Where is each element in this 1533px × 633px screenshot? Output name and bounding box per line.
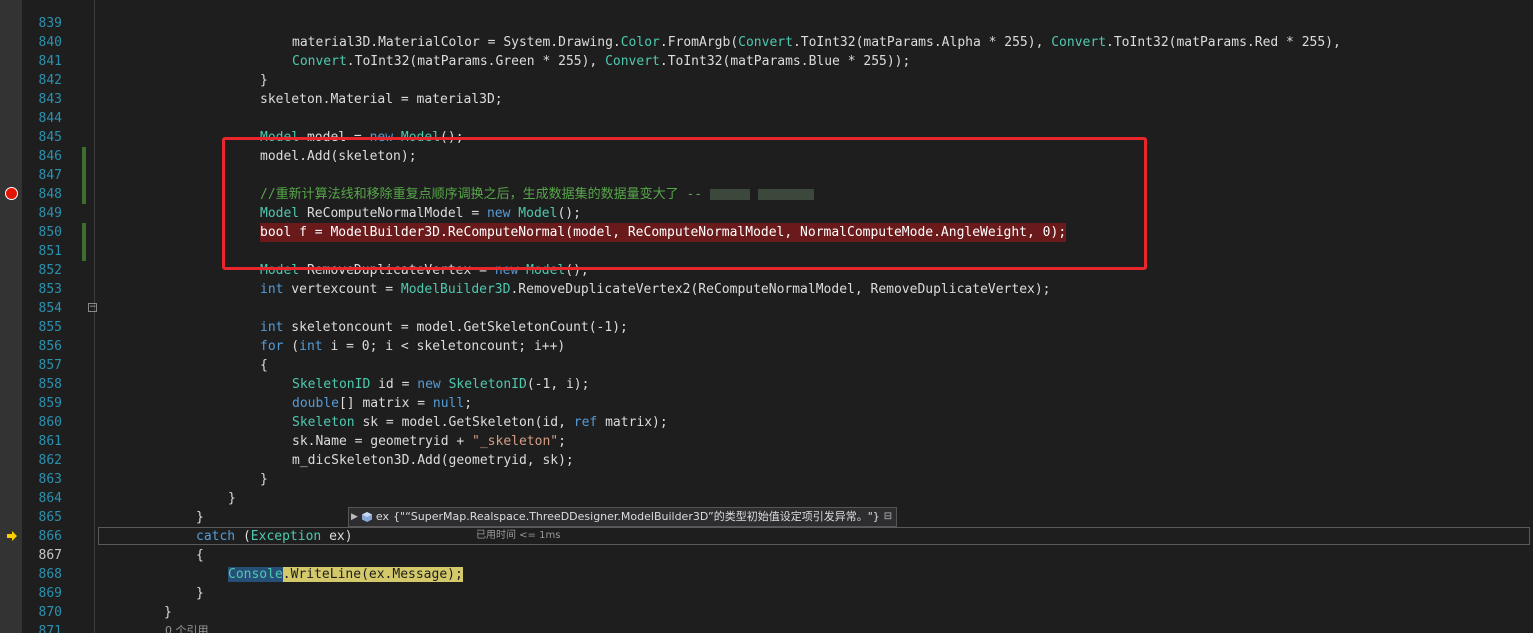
code-line: 864 } [0, 470, 1533, 525]
code-line: 840 Convert.ToInt32(matParams.Green * 25… [0, 14, 1533, 69]
perf-tip[interactable]: 已用时间 <= 1ms [476, 529, 560, 543]
expand-arrow-icon[interactable]: ▶ [351, 508, 358, 526]
line-number: 871 [38, 624, 62, 633]
code-line: 843 [0, 71, 1533, 107]
code-line: 860 sk.Name = geometryid + "_skeleton"; [0, 394, 1533, 449]
code-line: 862 } [0, 432, 1533, 487]
code-line: 857 SkeletonID id = new SkeletonID(-1, i… [0, 337, 1533, 392]
datatip-variable-name: ex [375, 510, 390, 523]
code-line-current: 867 Console.WriteLine(ex.Message); [0, 527, 1533, 582]
code-line: 842 skeleton.Material = material3D; [0, 52, 1533, 107]
code-line: 841 } [0, 33, 1533, 88]
code-line: 856 { [0, 318, 1533, 373]
pin-icon[interactable]: ⊟ [884, 508, 892, 526]
code-line: 844 Model model = new Model(); [0, 90, 1533, 145]
code-line: 868 } [0, 546, 1533, 601]
code-line: 855 for (int i = 0; i < skeletoncount; i… [0, 299, 1533, 354]
code-line: 839 material3D.MaterialColor = System.Dr… [0, 0, 1533, 50]
annotation-highlight-box [222, 137, 1147, 270]
code-editor[interactable]: − 839 material3D.MaterialColor = System.… [0, 0, 1533, 633]
datatip-value: {"“SuperMap.Realspace.ThreeDDesigner.Mod… [393, 510, 880, 523]
code-line: 863 } [0, 451, 1533, 506]
code-line: 859 Skeleton sk = model.GetSkeleton(id, … [0, 375, 1533, 430]
code-line: 858 double[] matrix = null; [0, 356, 1533, 411]
code-line: 861 m_dicSkeleton3D.Add(geometryid, sk); [0, 413, 1533, 468]
code-line: 870 [0, 584, 1533, 620]
code-line: 869 } [0, 565, 1533, 620]
codelens-references[interactable]: 0 个引用 [165, 622, 209, 633]
code-line: 871 [0, 603, 1533, 633]
object-icon [361, 512, 372, 522]
code-line: 854 int skeletoncount = model.GetSkeleto… [0, 280, 1533, 335]
code-line: 865 catch (Exception ex) [0, 489, 1533, 544]
exception-datatip[interactable]: ▶ ex {"“SuperMap.Realspace.ThreeDDesigne… [348, 507, 898, 527]
code-line: 845 model.Add(skeleton); [0, 109, 1533, 164]
